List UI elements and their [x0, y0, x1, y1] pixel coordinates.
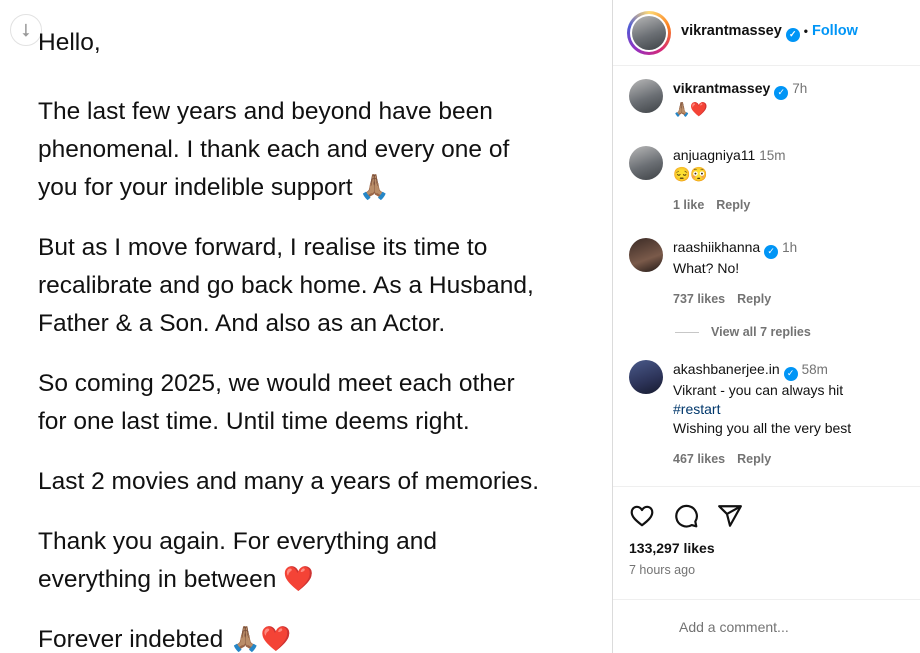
avatar[interactable]	[629, 146, 663, 180]
verified-badge-icon: ✓	[785, 27, 800, 42]
comment-likes[interactable]: 1 like	[673, 198, 704, 212]
reply-button[interactable]: Reply	[716, 198, 750, 212]
comment-text: 🙏🏽❤️	[673, 100, 708, 117]
comment-time: 58m	[801, 362, 828, 377]
follow-button[interactable]: Follow	[812, 23, 858, 39]
header-username[interactable]: vikrantmassey	[681, 23, 782, 39]
caption-comment: vikrantmassey ✓ 7h 🙏🏽❤️	[629, 79, 807, 119]
avatar[interactable]	[629, 79, 663, 113]
reply-button[interactable]: Reply	[737, 452, 771, 466]
post-time: 7 hours ago	[629, 563, 696, 577]
comment-item: akashbanerjee.in ✓ 58m Vikrant - you can a…	[629, 360, 851, 469]
post-image: ⭣ Hello, The last few years and beyond h…	[0, 0, 612, 653]
comment-item: raashiikhanna ✓ 1h What? No! 737 likes Repl…	[629, 238, 797, 309]
side-panel: vikrantmassey ✓ • Follow vikrantmassey ✓ 7h 🙏…	[613, 0, 920, 653]
actions-area: 133,297 likes 7 hours ago	[613, 486, 920, 653]
action-bar	[629, 503, 743, 529]
post-paragraph: Thank you again. For everything and ever…	[38, 528, 438, 593]
separator-dot: •	[803, 24, 808, 39]
comment-username[interactable]: raashiikhanna	[673, 239, 760, 255]
heart-icon[interactable]	[629, 503, 655, 529]
add-comment-input[interactable]	[679, 619, 899, 635]
view-replies-label: View all 7 replies	[711, 325, 811, 339]
avatar[interactable]	[629, 238, 663, 272]
post-paragraph: But as I move forward, I realise its tim…	[38, 234, 534, 337]
comment-text-line: Vikrant - you can always hit	[673, 381, 844, 398]
verified-badge-icon: ✓	[774, 85, 789, 100]
hashtag-link[interactable]: #restart	[673, 400, 851, 419]
comment-text-line: Wishing you all the very best	[673, 419, 852, 436]
comment-time: 7h	[792, 81, 808, 96]
comment-username[interactable]: vikrantmassey	[673, 80, 770, 96]
comment-text: What? No!	[673, 259, 740, 276]
comments-list: vikrantmassey ✓ 7h 🙏🏽❤️ anjuagniya11 15m 😔😳…	[613, 66, 920, 486]
comment-text: 😔😳	[673, 166, 708, 182]
avatar	[632, 15, 666, 50]
comment-item: anjuagniya11 15m 😔😳 1 like Reply	[629, 146, 786, 215]
comment-username[interactable]: anjuagniya11	[673, 147, 755, 163]
comment-time: 1h	[782, 240, 798, 255]
post-paragraph: Hello,	[38, 29, 101, 56]
reply-button[interactable]: Reply	[737, 292, 771, 306]
verified-badge-icon: ✓	[764, 244, 779, 259]
likes-count[interactable]: 133,297 likes	[629, 540, 715, 556]
comment-likes[interactable]: 737 likes	[673, 292, 725, 306]
replies-line	[675, 331, 699, 333]
comment-time: 15m	[759, 148, 786, 163]
post-paragraph: The last few years and beyond have been …	[38, 98, 510, 201]
comment-icon[interactable]	[673, 503, 699, 529]
post-text: Hello, The last few years and beyond hav…	[38, 24, 598, 653]
share-icon[interactable]	[717, 503, 743, 529]
add-comment-row	[613, 599, 920, 653]
post-header: vikrantmassey ✓ • Follow	[613, 0, 920, 66]
view-replies-button[interactable]: View all 7 replies	[675, 325, 811, 339]
post-paragraph: So coming 2025, we would meet each other…	[38, 370, 515, 435]
post-paragraph: Last 2 movies and many a years of memori…	[38, 468, 540, 495]
story-ring[interactable]	[627, 10, 671, 55]
comment-likes[interactable]: 467 likes	[673, 452, 725, 466]
post-paragraph: Forever indebted 🙏🏽❤️	[38, 626, 292, 653]
comment-username[interactable]: akashbanerjee.in	[673, 361, 780, 377]
verified-badge-icon: ✓	[783, 366, 798, 381]
avatar[interactable]	[629, 360, 663, 394]
